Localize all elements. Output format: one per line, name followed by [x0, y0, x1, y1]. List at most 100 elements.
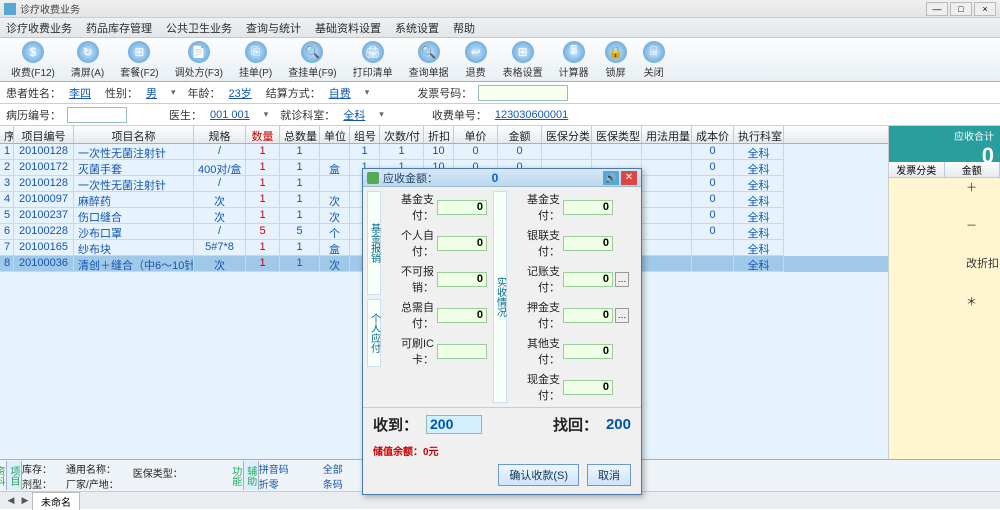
cell: 伤口缝合 — [74, 208, 194, 224]
recv-v-1[interactable]: 0 — [563, 236, 613, 251]
menu-item-0[interactable]: 诊疗收费业务 — [6, 20, 72, 36]
cancel-button[interactable]: 取消 — [587, 464, 631, 486]
side-btn-2[interactable]: 改折扣 — [965, 254, 1000, 272]
toolbar-1[interactable]: ↻清屏(A) — [64, 38, 111, 82]
recv-v-3[interactable]: 0 — [563, 308, 613, 323]
toolbar-5[interactable]: 🔍查挂单(F9) — [281, 38, 343, 82]
cell: 20100228 — [14, 224, 74, 240]
col-3[interactable]: 规格 — [194, 126, 246, 143]
cell: 1 — [280, 144, 320, 160]
col-13[interactable]: 医保类型 — [592, 126, 642, 143]
tab-next-icon[interactable]: ▶ — [18, 495, 32, 506]
close-button[interactable]: × — [974, 2, 996, 16]
link-split[interactable]: 折零 — [259, 476, 289, 491]
cell: 20100172 — [14, 160, 74, 176]
link-barcode[interactable]: 条码 — [323, 476, 343, 491]
toolbar-11[interactable]: 🔒锁屏 — [598, 38, 634, 82]
table-row[interactable]: 120100128一次性无菌注射针/111110000全科 — [0, 144, 888, 160]
maximize-button[interactable]: □ — [950, 2, 972, 16]
cell: 个 — [320, 224, 350, 240]
toolbar-8[interactable]: ↩退费 — [458, 38, 494, 82]
recv-v-5[interactable]: 0 — [563, 380, 613, 395]
col-6[interactable]: 单位 — [320, 126, 350, 143]
side-btn-1[interactable]: － — [965, 216, 1000, 234]
menu-item-1[interactable]: 药品库存管理 — [86, 20, 152, 36]
sex-dropdown-icon[interactable]: ▾ — [171, 87, 182, 98]
col-4[interactable]: 数量 — [246, 126, 280, 143]
menu-item-4[interactable]: 基础资料设置 — [315, 20, 381, 36]
col-8[interactable]: 次数/付 — [380, 126, 424, 143]
recv-btn-3[interactable]: … — [615, 308, 629, 323]
dept-value[interactable]: 全科 — [341, 107, 373, 123]
link-pinyin[interactable]: 拼音码 — [259, 461, 289, 476]
toolbar-icon-5: 🔍 — [301, 41, 323, 63]
doctor-value[interactable]: 001 001 — [208, 109, 258, 121]
menu-item-2[interactable]: 公共卫生业务 — [166, 20, 232, 36]
self-v-1[interactable] — [437, 344, 487, 359]
settle-value[interactable]: 自费 — [327, 85, 359, 101]
cell: 全科 — [734, 192, 784, 208]
cell: 沙布口罩 — [74, 224, 194, 240]
recv-l-1: 银联支付： — [511, 227, 563, 259]
col-5[interactable]: 总数量 — [280, 126, 320, 143]
menu-item-5[interactable]: 系统设置 — [395, 20, 439, 36]
menu-item-3[interactable]: 查询与统计 — [246, 20, 301, 36]
minimize-button[interactable]: — — [926, 2, 948, 16]
fund-v-0[interactable]: 0 — [437, 200, 487, 215]
toolbar-9[interactable]: ⊞表格设置 — [496, 38, 550, 82]
toolbar-12[interactable]: ⍈关闭 — [636, 38, 672, 82]
doctor-dropdown-icon[interactable]: ▾ — [264, 109, 275, 120]
fund-v-2[interactable]: 0 — [437, 272, 487, 287]
recv-btn-2[interactable]: … — [615, 272, 629, 287]
sex-value[interactable]: 男 — [144, 85, 165, 101]
confirm-payment-button[interactable]: 确认收款(S) — [498, 464, 579, 486]
invoice-input[interactable] — [478, 85, 568, 101]
recv-v-2[interactable]: 0 — [563, 272, 613, 287]
cell: 5 — [246, 224, 280, 240]
col-14[interactable]: 用法用量 — [642, 126, 692, 143]
col-9[interactable]: 折扣 — [424, 126, 454, 143]
side-btn-3[interactable]: ＊ — [965, 292, 1000, 310]
col-0[interactable]: 序 — [0, 126, 14, 143]
col-2[interactable]: 项目名称 — [74, 126, 194, 143]
toolbar-0[interactable]: $收费(F12) — [4, 38, 62, 82]
dept-dropdown-icon[interactable]: ▾ — [379, 109, 390, 120]
toolbar-10[interactable]: 🖩计算器 — [552, 38, 596, 82]
col-7[interactable]: 组号 — [350, 126, 380, 143]
fund-v-1[interactable]: 0 — [437, 236, 487, 251]
col-16[interactable]: 执行科室 — [734, 126, 784, 143]
settle-dropdown-icon[interactable]: ▾ — [365, 87, 376, 98]
col-11[interactable]: 金额 — [498, 126, 542, 143]
toolbar-3[interactable]: 📄调处方(F3) — [168, 38, 230, 82]
col-1[interactable]: 项目编号 — [14, 126, 74, 143]
cell — [320, 176, 350, 192]
age-value[interactable]: 23岁 — [227, 85, 260, 101]
recv-v-4[interactable]: 0 — [563, 344, 613, 359]
dlg-help-icon[interactable]: 🔊 — [603, 171, 619, 185]
menu-item-6[interactable]: 帮助 — [453, 20, 475, 36]
toolbar-4[interactable]: ⎘挂单(P) — [232, 38, 279, 82]
toolbar-7[interactable]: 🔍查询单据 — [402, 38, 456, 82]
feeno-value[interactable]: 123030600001 — [493, 109, 576, 121]
toolbar-6[interactable]: 🖨打印清单 — [346, 38, 400, 82]
case-input[interactable] — [67, 107, 127, 123]
recv-v-0[interactable]: 0 — [563, 200, 613, 215]
patient-name-value[interactable]: 李四 — [67, 85, 99, 101]
self-l-0: 总需自付： — [385, 299, 437, 331]
tab-prev-icon[interactable]: ◀ — [4, 495, 18, 506]
cell: 麻醉药 — [74, 192, 194, 208]
col-10[interactable]: 单价 — [454, 126, 498, 143]
link-all[interactable]: 全部 — [323, 461, 343, 476]
toolbar-label-4: 挂单(P) — [239, 64, 272, 79]
recv-input[interactable]: 200 — [426, 415, 482, 434]
side-btn-0[interactable]: ＋ — [965, 178, 1000, 196]
cell: 400对/盒 — [194, 160, 246, 176]
self-v-0[interactable]: 0 — [437, 308, 487, 323]
dlg-close-icon[interactable]: ✕ — [621, 171, 637, 185]
col-15[interactable]: 成本价 — [692, 126, 734, 143]
toolbar-label-3: 调处方(F3) — [175, 64, 223, 79]
tab-unnamed[interactable]: 未命名 — [32, 492, 80, 510]
toolbar-label-9: 表格设置 — [503, 64, 543, 79]
toolbar-2[interactable]: ⊞套餐(F2) — [113, 38, 165, 82]
col-12[interactable]: 医保分类 — [542, 126, 592, 143]
